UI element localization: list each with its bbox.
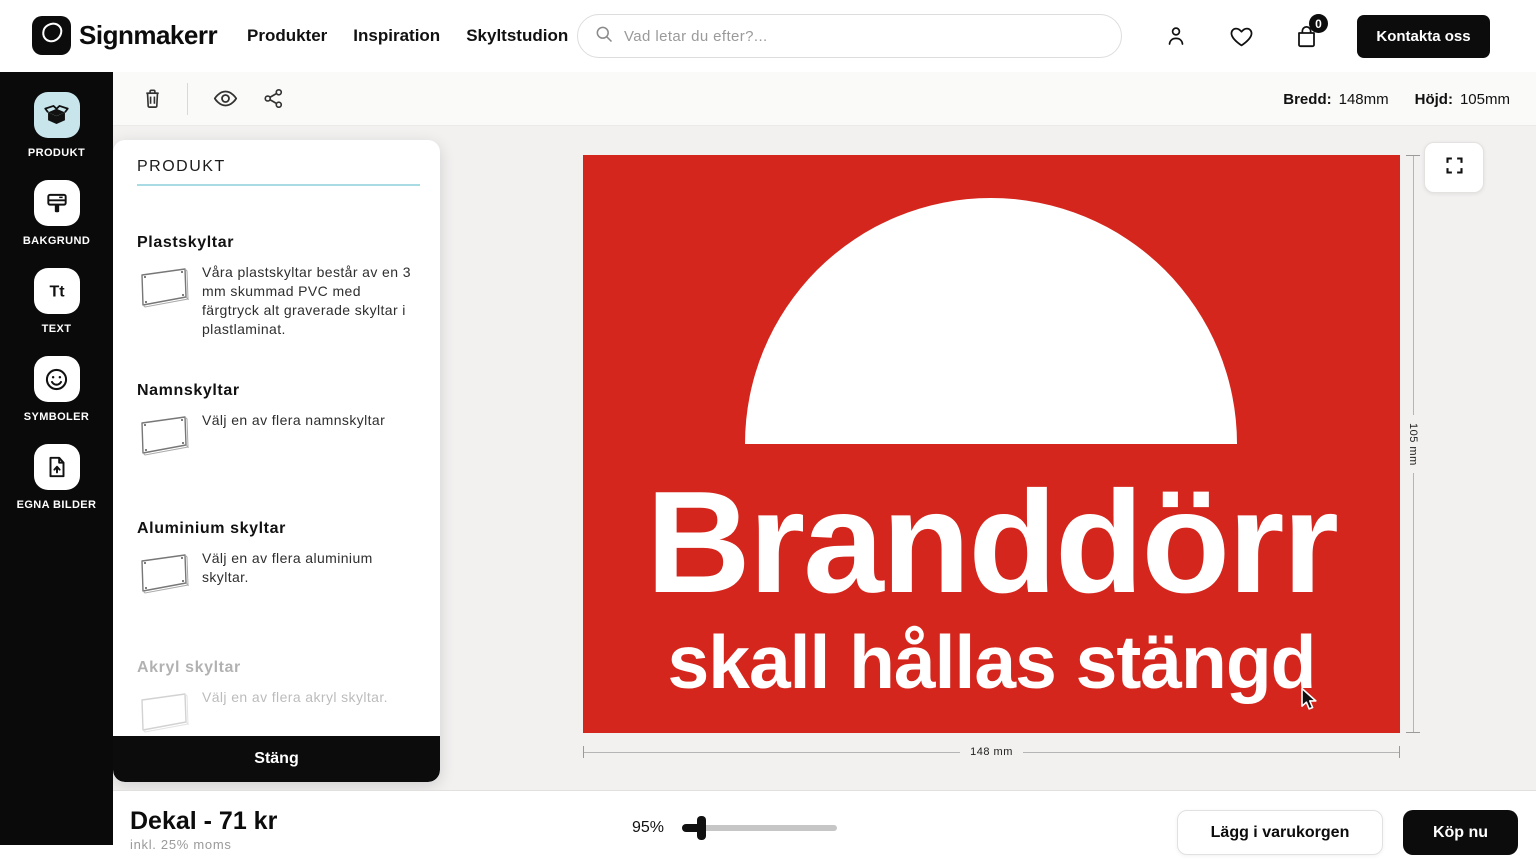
product-list: Plastskyltar Våra plastskyltar består av… xyxy=(113,234,440,739)
sign-design-canvas[interactable]: Branddörr skall hållas stängd xyxy=(583,155,1400,733)
brand-logo[interactable]: Signmakerr xyxy=(32,16,217,55)
favorites-heart-icon[interactable] xyxy=(1227,22,1255,50)
product-item-akryl-skyltar[interactable]: Akryl skyltar Välj en av flera akryl sky… xyxy=(137,659,414,739)
zoom-slider-handle[interactable] xyxy=(697,816,706,840)
product-item-plastskyltar[interactable]: Plastskyltar Våra plastskyltar består av… xyxy=(137,234,414,339)
panel-title-underline xyxy=(137,184,420,186)
paintbrush-icon xyxy=(34,180,80,226)
zoom-slider[interactable] xyxy=(682,816,837,840)
fullscreen-icon xyxy=(1444,155,1465,181)
logo-mark xyxy=(32,16,71,55)
height-dimension-guide: 105 mm xyxy=(1398,155,1428,733)
sign-thumbnail-icon xyxy=(137,549,189,600)
nav-item-inspiration[interactable]: Inspiration xyxy=(353,26,440,46)
preview-eye-icon[interactable] xyxy=(210,84,240,114)
sidebar-item-text[interactable]: Tt TEXT xyxy=(0,268,113,335)
sign-text-line2[interactable]: skall hållas stängd xyxy=(583,621,1400,704)
editor-toolbar: Bredd:148mm Höjd:105mm xyxy=(0,72,1536,126)
main-nav: Produkter Inspiration Skyltstudion xyxy=(247,0,568,72)
search-bar[interactable] xyxy=(577,14,1122,58)
panel-close-button[interactable]: Stäng xyxy=(113,736,440,782)
nav-item-skyltstudion[interactable]: Skyltstudion xyxy=(466,26,568,46)
sign-dome-shape[interactable] xyxy=(745,198,1237,444)
add-to-cart-button[interactable]: Lägg i varukorgen xyxy=(1177,810,1383,855)
package-icon xyxy=(34,92,80,138)
product-item-aluminium-skyltar[interactable]: Aluminium skyltar Välj en av flera alumi… xyxy=(137,520,414,600)
text-icon: Tt xyxy=(34,268,80,314)
search-icon xyxy=(594,24,614,49)
height-readout: Höjd:105mm xyxy=(1415,91,1510,108)
brand-name: Signmakerr xyxy=(79,20,217,51)
product-panel: PRODUKT Plastskyltar Våra plastskyltar b… xyxy=(113,140,440,782)
app-root: Signmakerr Produkter Inspiration Skyltst… xyxy=(0,0,1536,864)
account-icon[interactable] xyxy=(1162,22,1190,50)
sidebar-item-produkt[interactable]: PRODUKT xyxy=(0,92,113,159)
nav-item-produkter[interactable]: Produkter xyxy=(247,26,327,46)
smiley-icon xyxy=(34,356,80,402)
width-dimension-label: 148 mm xyxy=(960,746,1023,758)
share-icon[interactable] xyxy=(258,84,288,114)
blob-logo-icon xyxy=(37,18,67,53)
sign-thumbnail-icon xyxy=(137,688,189,739)
fullscreen-button[interactable] xyxy=(1424,142,1484,193)
width-readout: Bredd:148mm xyxy=(1283,91,1388,108)
toolbar-divider xyxy=(187,83,188,115)
search-input[interactable] xyxy=(624,28,1105,45)
svg-text:Tt: Tt xyxy=(49,284,65,301)
sign-text-line1[interactable]: Branddörr xyxy=(583,463,1400,623)
product-item-namnskyltar[interactable]: Namnskyltar Välj en av flera namnskyltar xyxy=(137,382,414,462)
sign-thumbnail-icon xyxy=(137,263,189,314)
width-dimension-guide: 148 mm xyxy=(583,744,1400,760)
buy-now-button[interactable]: Köp nu xyxy=(1403,810,1518,855)
product-price: Dekal - 71 kr xyxy=(130,807,277,836)
editor-sidebar: PRODUKT BAKGRUND Tt TEXT SYMBOLER EGNA B… xyxy=(0,72,113,845)
panel-title: PRODUKT xyxy=(113,140,440,184)
height-dimension-label: 105 mm xyxy=(1407,415,1419,474)
sign-thumbnail-icon xyxy=(137,411,189,462)
upload-image-icon xyxy=(34,444,80,490)
vat-note: inkl. 25% moms xyxy=(130,837,232,852)
sign-dimensions-readout: Bredd:148mm Höjd:105mm xyxy=(1283,72,1510,126)
contact-button[interactable]: Kontakta oss xyxy=(1357,15,1490,58)
sidebar-item-egna-bilder[interactable]: EGNA BILDER xyxy=(0,444,113,511)
delete-trash-icon[interactable] xyxy=(137,84,167,114)
cart-bag-icon[interactable]: 0 xyxy=(1292,22,1320,50)
sidebar-item-bakgrund[interactable]: BAKGRUND xyxy=(0,180,113,247)
bottom-action-bar: Dekal - 71 kr inkl. 25% moms 95% Lägg i … xyxy=(0,790,1536,864)
sidebar-item-symboler[interactable]: SYMBOLER xyxy=(0,356,113,423)
zoom-control: 95% xyxy=(632,791,837,864)
zoom-level-label: 95% xyxy=(632,819,664,837)
top-header: Signmakerr Produkter Inspiration Skyltst… xyxy=(0,0,1536,72)
cart-count-badge: 0 xyxy=(1309,14,1328,33)
